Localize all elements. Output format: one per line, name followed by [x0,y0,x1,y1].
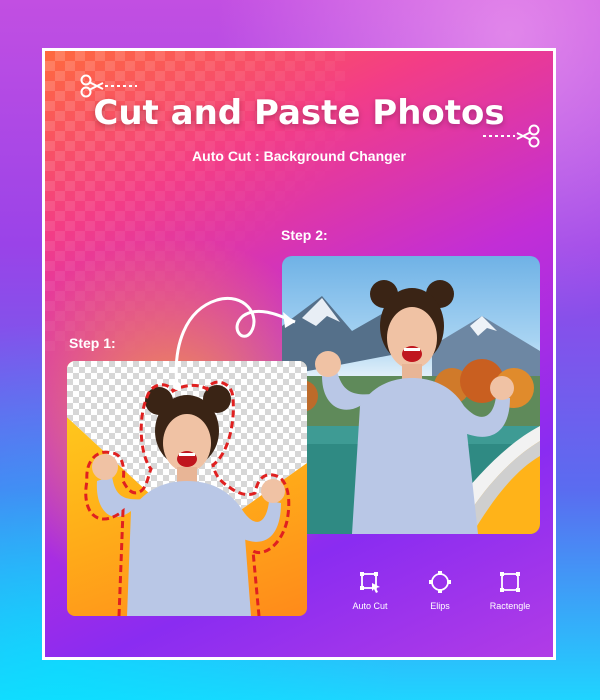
step2-result-card [282,256,540,534]
step1-label: Step 1: [69,335,116,351]
tool-ellipse[interactable]: Elips [405,571,475,611]
poster-frame: Cut and Paste Photos Auto Cut : Backgrou… [42,48,556,660]
person-with-cut-outline [84,380,291,616]
page-title: Cut and Paste Photos [93,93,505,133]
tool-rectangle[interactable]: Ractengle [475,571,545,611]
tool-rectangle-label: Ractengle [489,601,531,611]
tool-ellipse-label: Elips [430,601,450,611]
person-cutout [315,280,514,534]
tool-bar: Auto Cut Elips Ractengle [335,571,545,631]
page-subtitle: Auto Cut : Background Changer [192,148,406,164]
auto-cut-icon [359,571,381,593]
step1-cutout-card [67,361,307,616]
tool-auto-cut[interactable]: Auto Cut [335,571,405,611]
rectangle-icon [499,571,521,593]
curved-arrow-icon [173,296,296,390]
ellipse-icon [429,571,451,593]
step2-label: Step 2: [281,227,328,243]
tool-auto-cut-label: Auto Cut [352,601,388,611]
